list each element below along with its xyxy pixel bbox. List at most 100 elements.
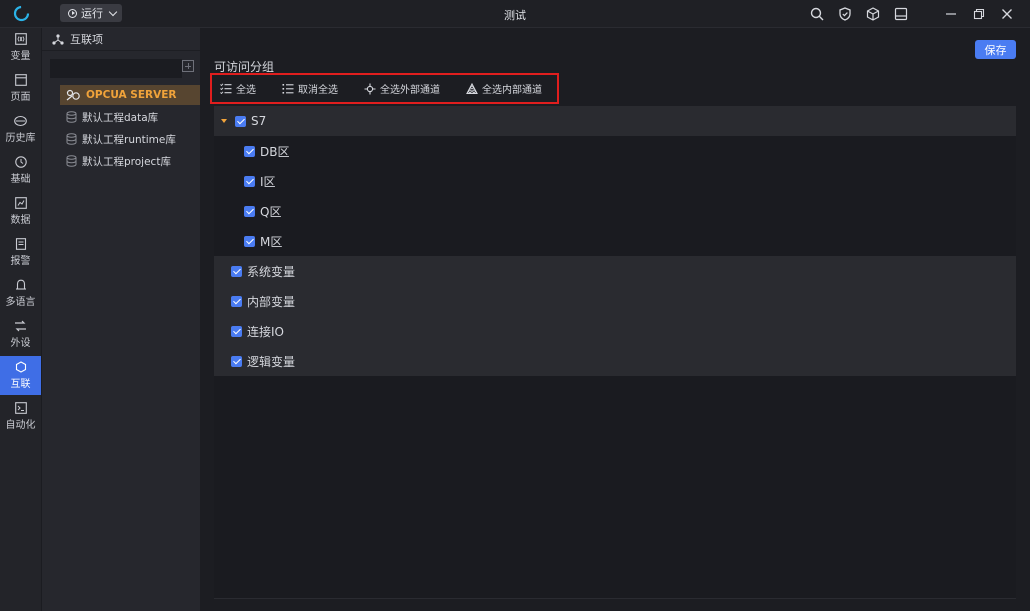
checkbox-q[interactable] [244, 205, 255, 217]
tree-item-label: 默认工程runtime库 [82, 133, 176, 146]
automation-icon [14, 402, 27, 414]
group-row-m[interactable]: M区 [214, 226, 1016, 256]
save-button[interactable]: 保存 [975, 40, 1016, 59]
database-icon [66, 111, 77, 123]
group-label: 连接IO [247, 324, 284, 339]
interconnect-tree-panel: 互联项 OPCUA SERVER 默认工程data库 默认工程runtime库 … [41, 28, 201, 611]
group-label: I区 [260, 174, 276, 189]
selection-toolbar: 全选 取消全选 全选外部通道 全选内部通道 [210, 73, 559, 104]
language-icon [15, 279, 26, 290]
group-row-db[interactable]: DB区 [214, 136, 1016, 166]
group-row-system-variables[interactable]: 系统变量 [214, 256, 1016, 286]
save-disk-icon[interactable] [892, 5, 910, 23]
main-content: 保存 可访问分组 全选 取消全选 全选外部通道 全选内部通道 S7 DB区 I区… [200, 28, 1030, 611]
group-row-s7[interactable]: S7 [214, 106, 1016, 136]
select-internal-label: 全选内部通道 [482, 85, 542, 96]
select-external-label: 全选外部通道 [380, 85, 440, 96]
group-label: 逻辑变量 [247, 354, 296, 369]
tree-header-label: 互联项 [70, 33, 103, 46]
minimize-icon[interactable] [942, 5, 960, 23]
group-tree-panel: S7 DB区 I区 Q区 M区 系统变量 内部变量 连接IO 逻辑变量 [214, 106, 1016, 599]
nav-label: 自动化 [5, 420, 36, 431]
tree-item-label: 默认工程project库 [82, 155, 171, 168]
nav-item-basic[interactable]: 基础 [0, 151, 41, 190]
nav-label: 多语言 [5, 297, 36, 308]
page-icon [14, 74, 27, 86]
select-internal-channels-button[interactable]: 全选内部通道 [466, 81, 542, 96]
tree-header: 互联项 [42, 28, 201, 51]
checkbox-connect-io[interactable] [231, 325, 242, 337]
nav-item-alarm[interactable]: 报警 [0, 233, 41, 272]
peripheral-icon [15, 320, 26, 332]
group-row-logic-variables[interactable]: 逻辑变量 [214, 346, 1016, 376]
restore-icon[interactable] [970, 5, 988, 23]
add-item-icon[interactable] [182, 60, 194, 72]
nav-item-peripheral[interactable]: 外设 [0, 315, 41, 354]
internal-channel-icon [466, 82, 478, 94]
network-icon [52, 33, 64, 45]
nav-item-variable[interactable]: 变量 [0, 28, 41, 67]
checkbox-i[interactable] [244, 175, 255, 187]
group-label: Q区 [260, 204, 282, 219]
tree-search-input[interactable] [50, 59, 182, 78]
group-label: M区 [260, 234, 283, 249]
nav-item-automation[interactable]: 自动化 [0, 397, 41, 436]
search-icon[interactable] [808, 5, 826, 23]
nav-label: 历史库 [5, 133, 36, 144]
caret-down-icon[interactable] [221, 119, 227, 123]
nav-item-page[interactable]: 页面 [0, 69, 41, 108]
tree-item-project-db[interactable]: 默认工程project库 [60, 151, 200, 171]
select-external-channels-button[interactable]: 全选外部通道 [364, 81, 440, 96]
basic-icon [14, 156, 27, 168]
group-row-connect-io[interactable]: 连接IO [214, 316, 1016, 346]
tree-item-label: OPCUA SERVER [86, 89, 177, 101]
nav-item-interconnect[interactable]: 互联 [0, 356, 41, 395]
checkbox-m[interactable] [244, 235, 255, 247]
group-label: 系统变量 [247, 264, 296, 279]
interconnect-icon [15, 361, 26, 373]
checkbox-internal-variables[interactable] [231, 295, 242, 307]
close-icon[interactable] [998, 5, 1016, 23]
group-row-q[interactable]: Q区 [214, 196, 1016, 226]
nav-item-history[interactable]: 历史库 [0, 110, 41, 149]
data-icon [14, 197, 27, 209]
nav-label: 互联 [10, 379, 31, 390]
shield-icon[interactable] [836, 5, 854, 23]
group-row-i[interactable]: I区 [214, 166, 1016, 196]
group-row-internal-variables[interactable]: 内部变量 [214, 286, 1016, 316]
group-label: 内部变量 [247, 294, 296, 309]
checkbox-s7[interactable] [235, 115, 246, 127]
group-label: S7 [251, 114, 267, 128]
nav-label: 报警 [10, 256, 31, 267]
nav-label: 数据 [10, 215, 31, 226]
tree-item-opcua-server[interactable]: OPCUA SERVER [60, 85, 200, 105]
nav-item-language[interactable]: 多语言 [0, 274, 41, 313]
nav-label: 外设 [10, 338, 31, 349]
cube-icon[interactable] [864, 5, 882, 23]
side-nav: 变量 页面 历史库 基础 数据 报警 多语言 外设 互联 自动化 [0, 28, 41, 611]
title-bar: 运行 测试 [0, 0, 1030, 28]
select-all-button[interactable]: 全选 [220, 81, 256, 96]
tree-item-label: 默认工程data库 [82, 111, 159, 124]
opcua-server-icon [66, 89, 80, 101]
history-icon [14, 115, 27, 127]
nav-item-data[interactable]: 数据 [0, 192, 41, 231]
variable-icon [14, 33, 27, 45]
checkbox-logic-variables[interactable] [231, 355, 242, 367]
tree-item-runtime-db[interactable]: 默认工程runtime库 [60, 129, 200, 149]
checkbox-system-variables[interactable] [231, 265, 242, 277]
database-icon [66, 133, 77, 145]
nav-label: 页面 [10, 92, 31, 103]
group-label: DB区 [260, 144, 290, 159]
external-channel-icon [364, 83, 376, 94]
nav-label: 基础 [10, 174, 31, 185]
alarm-icon [15, 238, 26, 250]
list-icon [282, 84, 294, 94]
deselect-all-button[interactable]: 取消全选 [282, 81, 338, 96]
checkbox-db[interactable] [244, 145, 255, 157]
nav-label: 变量 [10, 51, 31, 62]
tree-item-data-db[interactable]: 默认工程data库 [60, 107, 200, 127]
select-all-label: 全选 [236, 85, 256, 96]
deselect-all-label: 取消全选 [298, 85, 338, 96]
checklist-icon [220, 83, 232, 94]
